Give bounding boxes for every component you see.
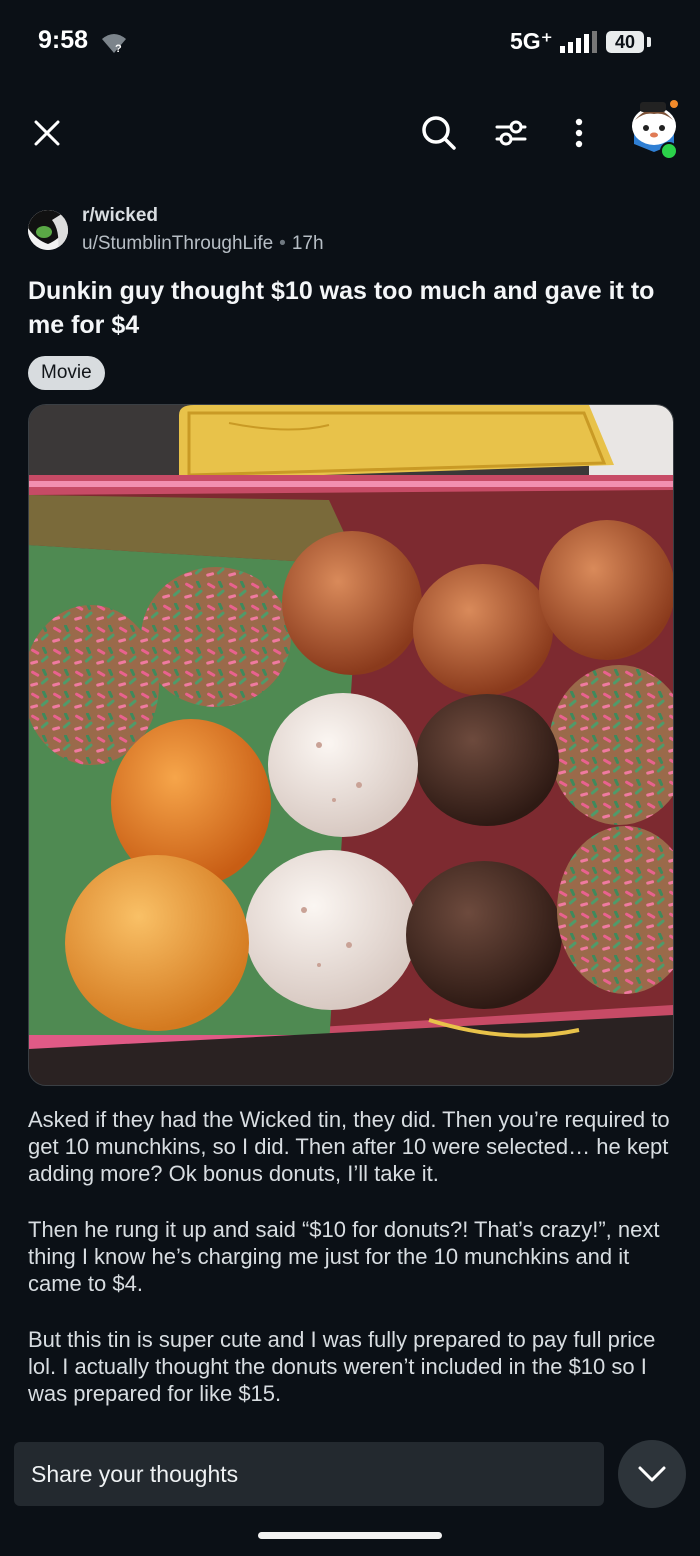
body-paragraph: Then he rung it up and said “$10 for don… bbox=[28, 1217, 660, 1296]
post-title[interactable]: Dunkin guy thought $10 was too much and … bbox=[28, 274, 678, 342]
separator-dot: • bbox=[279, 233, 286, 254]
home-indicator[interactable] bbox=[258, 1532, 442, 1539]
close-icon bbox=[34, 120, 60, 146]
collapse-button[interactable] bbox=[618, 1440, 686, 1508]
signal-icon bbox=[560, 31, 597, 53]
wicked-logo-icon bbox=[28, 210, 68, 250]
body-paragraph: But this tin is super cute and I was ful… bbox=[28, 1327, 656, 1406]
battery-tip bbox=[647, 37, 651, 47]
battery-level: 40 bbox=[606, 31, 644, 53]
post-image[interactable] bbox=[28, 404, 674, 1086]
network-type: 5G⁺ bbox=[510, 28, 553, 54]
status-time: 9:58 bbox=[38, 26, 89, 54]
body-paragraph: Asked if they had the Wicked tin, they d… bbox=[28, 1107, 670, 1186]
close-button[interactable] bbox=[24, 110, 70, 156]
wifi-icon: ? bbox=[102, 34, 126, 54]
post-flair[interactable]: Movie bbox=[28, 356, 105, 390]
community-avatar[interactable] bbox=[28, 210, 68, 250]
community-name[interactable]: r/wicked bbox=[82, 205, 158, 227]
search-icon bbox=[422, 116, 456, 150]
chevron-down-icon bbox=[638, 1466, 666, 1482]
post-age: 17h bbox=[291, 233, 324, 254]
search-button[interactable] bbox=[414, 108, 464, 158]
more-options-button[interactable] bbox=[556, 108, 602, 158]
donuts-in-tin-photo bbox=[29, 405, 673, 1085]
more-vertical-icon bbox=[575, 118, 583, 148]
comment-input[interactable]: Share your thoughts bbox=[14, 1442, 604, 1506]
post-body: Asked if they had the Wicked tin, they d… bbox=[28, 1106, 680, 1436]
svg-text:?: ? bbox=[115, 43, 122, 54]
author-name[interactable]: u/StumblinThroughLife bbox=[82, 233, 273, 254]
online-status-dot bbox=[660, 142, 678, 160]
author-line: u/StumblinThroughLife • 17h bbox=[82, 233, 324, 255]
filter-button[interactable] bbox=[486, 108, 536, 158]
filter-icon bbox=[495, 120, 527, 146]
